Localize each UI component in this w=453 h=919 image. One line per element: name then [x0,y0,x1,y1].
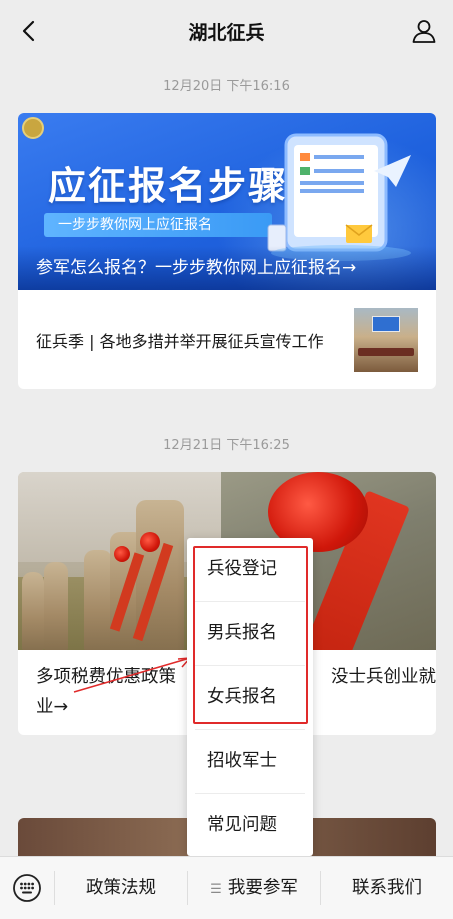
bottom-menu-bar: 政策法规 ☰ 我要参军 联系我们 [0,856,453,919]
top-nav-bar: 湖北征兵 [0,0,453,62]
soldier-figure [44,562,68,650]
article-title-line: 没士兵创业就 [331,667,436,687]
page-title: 湖北征兵 [188,21,265,44]
phone-illustration-icon [267,133,411,261]
article-row[interactable]: 征兵季 | 各地多措并举开展征兵宣传工作 [18,290,436,389]
red-flower [114,546,130,562]
message-timestamp: 12月20日 下午16:16 [163,79,290,94]
article-thumbnail [354,308,418,372]
submenu-popup: 兵役登记 男兵报名 女兵报名 招收军士 常见问题 [187,538,313,856]
tab-enlist[interactable]: ☰ 我要参军 [188,857,320,919]
banner-caption[interactable]: 参军怎么报名？一步步教你网上应征报名→ [18,246,436,290]
banner-subtitle: 一步步教你网上应征报名 [44,213,272,237]
red-flower [140,532,160,552]
thumbnail-table [358,348,414,356]
emblem-icon [22,117,44,139]
keyboard-icon[interactable] [12,873,42,903]
tab-contact[interactable]: 联系我们 [321,857,453,919]
tab-enlist-label: 我要参军 [227,878,298,898]
article-banner[interactable]: 应征报名步骤 一步步教你网上应征报名 参军怎么报名？一步步教你网上应征报名→ [18,113,436,290]
menu-item-nco-recruit[interactable]: 招收军士 [187,730,313,793]
soldier-figure [22,572,44,650]
thumbnail-screen [372,316,400,332]
menu-item-faq[interactable]: 常见问题 [187,794,313,857]
tab-policy[interactable]: 政策法规 [55,857,187,919]
menu-lines-icon: ☰ [210,882,222,897]
article-title: 征兵季 | 各地多措并举开展征兵宣传工作 [36,331,324,351]
back-icon[interactable] [14,16,42,46]
profile-icon[interactable] [409,16,439,46]
soldier-figure [84,550,112,650]
menu-item-male-enlist[interactable]: 男兵报名 [187,602,313,665]
menu-item-registration[interactable]: 兵役登记 [187,538,313,601]
menu-item-female-enlist[interactable]: 女兵报名 [187,666,313,729]
article-card[interactable]: 应征报名步骤 一步步教你网上应征报名 参军怎么报名？一步步教你网上应征报名→ 征… [18,113,436,389]
message-timestamp: 12月21日 下午16:25 [163,438,290,453]
